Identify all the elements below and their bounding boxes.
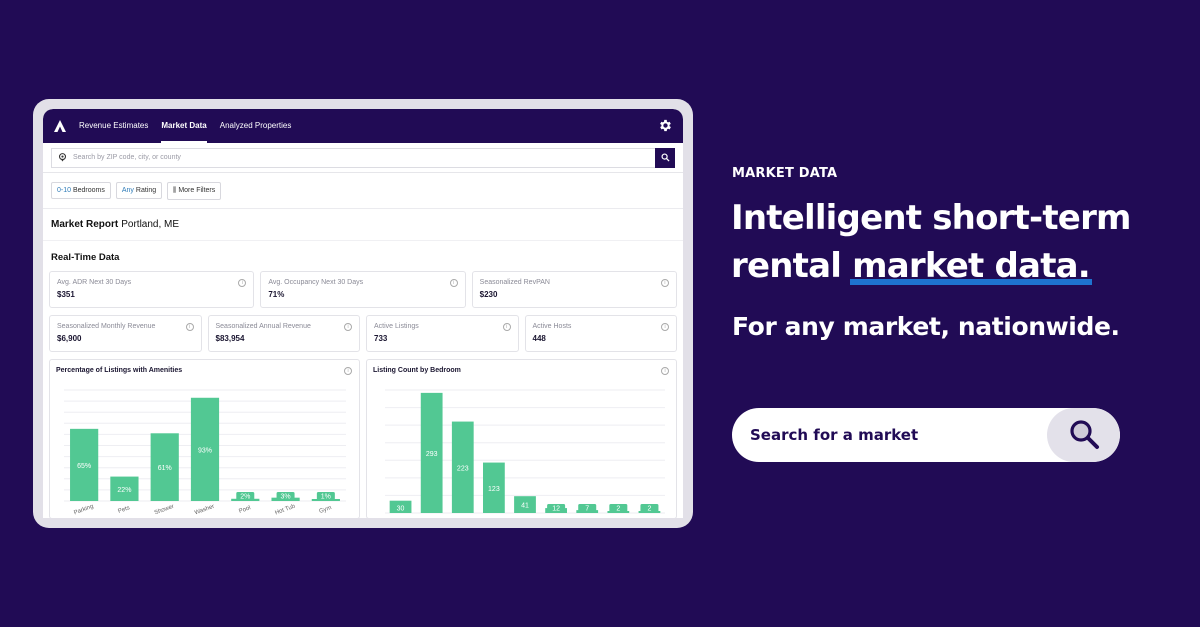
report-title: Market Report xyxy=(51,219,119,230)
data-label: 2 xyxy=(616,506,620,513)
headline-highlight-text: market data. xyxy=(852,246,1091,286)
more-filters-button[interactable]: ⫼ More Filters xyxy=(167,181,222,200)
metric-card-revpan: Seasonalized RevPAN $230 i xyxy=(471,271,677,308)
promo-headline: Intelligent short-term rental market dat… xyxy=(731,194,1131,290)
headline-line-2-start: rental xyxy=(731,246,853,286)
metric-label: Avg. Occupancy Next 30 Days xyxy=(268,279,364,286)
x-tick-label: Parking xyxy=(73,504,94,517)
filter-bar: 0-10 Bedrooms Any Rating ⫼ More Filters xyxy=(43,173,683,209)
top-nav: Revenue Estimates Market Data Analyzed P… xyxy=(43,109,683,143)
bedroom-chart-card: Listing Count by Bedroom i 30 293 223 123 41… xyxy=(366,359,677,518)
metric-card-annual-revenue: Seasonalized Annual Revenue $83,954 i xyxy=(207,315,360,352)
metric-label: Active Listings xyxy=(374,323,419,330)
info-icon[interactable]: i xyxy=(502,323,511,331)
headline-line-2: rental market data. xyxy=(731,242,1131,290)
charts-row: Percentage of Listings with Amenities i … xyxy=(43,359,683,518)
x-tick-label: Shower xyxy=(154,504,175,517)
metric-label: Avg. ADR Next 30 Days xyxy=(57,279,132,286)
rating-filter[interactable]: Any Rating xyxy=(115,182,163,199)
metrics-row-1: Avg. ADR Next 30 Days $351 i Avg. Occupa… xyxy=(43,271,683,308)
data-label: 30 xyxy=(397,506,405,513)
bedrooms-filter[interactable]: 0-10 Bedrooms xyxy=(51,182,111,199)
x-tick-label: Hot Tub xyxy=(274,503,296,516)
metric-value: $83,954 xyxy=(215,334,245,343)
metric-value: 448 xyxy=(532,334,546,343)
metric-label: Seasonalized Annual Revenue xyxy=(215,323,311,330)
metric-value: $351 xyxy=(57,290,75,299)
metric-card-active-listings: Active Listings 733 i xyxy=(366,315,519,352)
metrics-row-2: Seasonalized Monthly Revenue $6,900 i Se… xyxy=(43,315,683,352)
nav-market-data[interactable]: Market Data xyxy=(161,109,208,143)
data-label: 61% xyxy=(158,465,172,472)
bedroom-chart: 30 293 223 123 41 12 7 2 2 xyxy=(385,389,665,514)
bedrooms-filter-value: 0-10 xyxy=(57,187,72,194)
app-screen: Revenue Estimates Market Data Analyzed P… xyxy=(43,109,683,518)
gear-icon[interactable] xyxy=(658,118,673,133)
nav-analyzed-properties[interactable]: Analyzed Properties xyxy=(220,109,292,143)
metric-value: 733 xyxy=(374,334,388,343)
market-search-cta[interactable]: Search for a market xyxy=(732,408,1120,462)
bedrooms-filter-label: Bedrooms xyxy=(72,187,105,194)
info-icon[interactable]: i xyxy=(449,279,458,287)
metric-value: $6,900 xyxy=(57,334,82,343)
market-search-label: Search for a market xyxy=(750,426,919,444)
metric-card-occupancy: Avg. Occupancy Next 30 Days 71% i xyxy=(260,271,466,308)
nav-revenue-estimates[interactable]: Revenue Estimates xyxy=(79,109,148,143)
realtime-data-heading: Real-Time Data xyxy=(51,252,120,263)
location-search-input[interactable]: Search by ZIP code, city, or county xyxy=(51,147,675,168)
data-label: 123 xyxy=(488,486,500,493)
data-label: 2 xyxy=(647,506,651,513)
brand-logo-icon[interactable] xyxy=(53,119,67,133)
metric-label: Seasonalized RevPAN xyxy=(479,279,550,286)
data-label: 1% xyxy=(321,494,331,501)
metric-card-active-hosts: Active Hosts 448 i xyxy=(524,315,677,352)
market-report-heading: Market Report Portland, ME xyxy=(43,209,683,241)
metric-card-adr: Avg. ADR Next 30 Days $351 i xyxy=(49,271,255,308)
x-tick-label: Pool xyxy=(238,505,251,515)
search-button[interactable] xyxy=(655,147,675,168)
report-location: Portland, ME xyxy=(121,219,180,230)
x-tick-label: Pets xyxy=(117,505,130,515)
headline-highlight: market data. xyxy=(850,242,1092,290)
search-row: Search by ZIP code, city, or county xyxy=(43,143,683,173)
metric-label: Seasonalized Monthly Revenue xyxy=(57,323,156,330)
promo-subhead: For any market, nationwide. xyxy=(732,312,1120,341)
info-icon[interactable]: i xyxy=(185,323,194,331)
x-tick-label: Washer xyxy=(194,504,215,517)
amenities-chart: 65% Parking 22% Pets 61% Shower 93% Washer 2% Poo… xyxy=(64,389,346,517)
data-label: 2% xyxy=(240,494,250,501)
metric-card-monthly-revenue: Seasonalized Monthly Revenue $6,900 i xyxy=(49,315,202,352)
data-label: 93% xyxy=(198,447,212,454)
filter-sliders-icon: ⫼ xyxy=(173,186,177,194)
headline-line-1: Intelligent short-term xyxy=(731,198,1131,238)
data-label: 223 xyxy=(457,465,469,472)
metric-value: 71% xyxy=(268,290,285,299)
info-icon[interactable]: i xyxy=(661,323,669,331)
data-label: 22% xyxy=(117,487,131,494)
data-label: 293 xyxy=(426,451,438,458)
rating-filter-value: Any xyxy=(121,187,134,194)
data-label: 65% xyxy=(77,463,91,470)
metric-label: Active Hosts xyxy=(532,323,572,330)
metric-value: $230 xyxy=(479,290,498,299)
search-placeholder: Search by ZIP code, city, or county xyxy=(73,154,181,161)
market-search-button[interactable] xyxy=(1047,408,1120,462)
more-filters-label: More Filters xyxy=(178,186,216,194)
data-label: 41 xyxy=(521,503,529,510)
info-icon[interactable]: i xyxy=(344,323,352,331)
data-label: 7 xyxy=(585,506,589,513)
location-pin-icon xyxy=(58,153,67,162)
rating-filter-label: Rating xyxy=(135,187,157,194)
promo-eyebrow: MARKET DATA xyxy=(732,166,838,181)
data-label: 12 xyxy=(552,506,560,513)
data-label: 3% xyxy=(281,494,291,501)
info-icon[interactable]: i xyxy=(660,279,669,287)
x-tick-label: Gym xyxy=(319,505,333,515)
magnifier-icon xyxy=(1069,420,1099,449)
device-frame: Revenue Estimates Market Data Analyzed P… xyxy=(33,99,693,528)
search-icon xyxy=(660,153,670,162)
amenities-chart-card: Percentage of Listings with Amenities i … xyxy=(49,359,360,518)
